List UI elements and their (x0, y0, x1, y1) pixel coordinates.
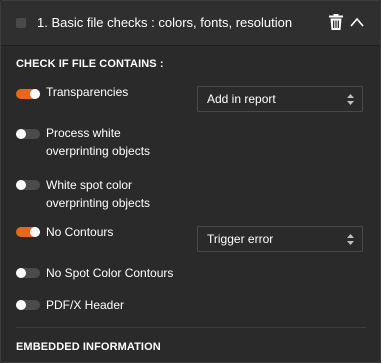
check-panel: 1. Basic file checks : colors, fonts, re… (0, 0, 381, 363)
process-white-toggle[interactable] (16, 129, 40, 139)
updown-arrows-icon (347, 234, 354, 245)
option-label: No Spot Color Contours (46, 266, 174, 280)
white-spot-color-toggle[interactable] (16, 180, 40, 190)
no-contours-action-select[interactable]: Trigger error (197, 226, 363, 252)
enable-checkbox[interactable] (16, 18, 26, 28)
panel-title: 1. Basic file checks : colors, fonts, re… (37, 15, 293, 30)
transparencies-toggle[interactable] (16, 89, 40, 99)
toggle-knob (16, 180, 26, 190)
panel-header[interactable]: 1. Basic file checks : colors, fonts, re… (1, 1, 380, 46)
option-label-line2: overprinting objects (46, 144, 151, 158)
select-value: Add in report (207, 92, 276, 106)
select-value: Trigger error (207, 232, 274, 246)
section-divider (16, 327, 366, 328)
option-label: Process white (46, 126, 121, 140)
trash-icon[interactable] (329, 14, 343, 30)
toggle-knob (30, 227, 40, 237)
toggle-knob (16, 300, 26, 310)
section-label-check-contains: CHECK IF FILE CONTAINS : (16, 58, 164, 70)
section-label-embedded-information: EMBEDDED INFORMATION (16, 341, 161, 353)
option-label: No Contours (46, 225, 114, 239)
toggle-knob (16, 268, 26, 278)
pdfx-header-toggle[interactable] (16, 300, 40, 310)
updown-arrows-icon (347, 94, 354, 105)
option-label: PDF/X Header (46, 298, 125, 312)
toggle-knob (30, 89, 40, 99)
option-label: White spot color (46, 178, 133, 192)
no-spot-color-contours-toggle[interactable] (16, 268, 40, 278)
no-contours-toggle[interactable] (16, 227, 40, 237)
toggle-knob (16, 129, 26, 139)
chevron-up-icon[interactable] (350, 16, 364, 28)
option-label-line2: overprinting objects (46, 196, 151, 210)
option-label: Transparencies (46, 85, 129, 99)
transparencies-action-select[interactable]: Add in report (197, 86, 363, 112)
